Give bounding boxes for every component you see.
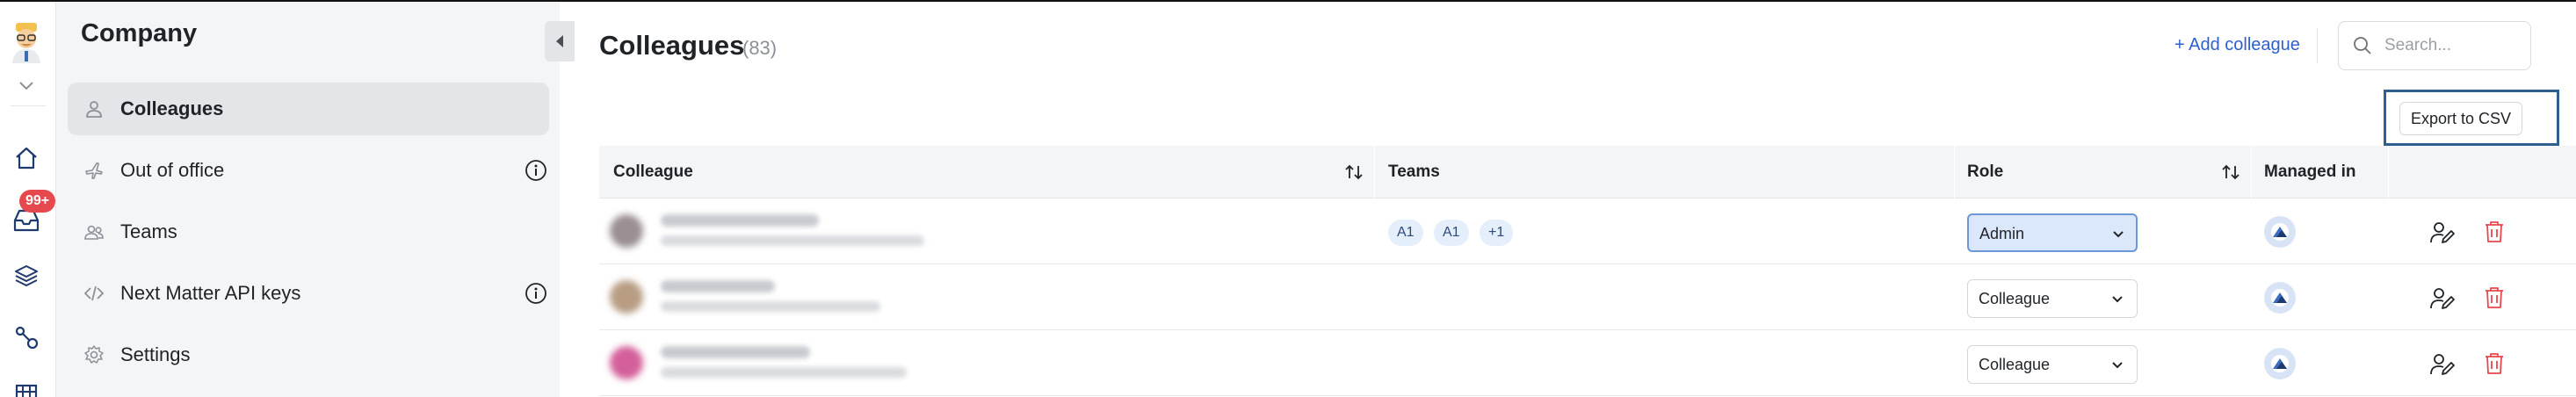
chevron-down-icon bbox=[2110, 292, 2124, 307]
column-header-teams: Teams bbox=[1388, 162, 1440, 181]
avatar bbox=[610, 280, 643, 314]
sort-icon[interactable] bbox=[2221, 162, 2240, 182]
trash-icon[interactable] bbox=[2481, 350, 2507, 376]
colleague-name-blurred bbox=[661, 280, 775, 292]
table-header: Colleague Teams Role Managed in bbox=[599, 146, 2576, 198]
sidebar-item-teams[interactable]: Teams bbox=[68, 206, 549, 258]
edit-user-icon[interactable] bbox=[2429, 351, 2456, 378]
sidebar-item-label: Colleagues bbox=[120, 97, 224, 119]
colleague-name-blurred bbox=[661, 214, 819, 227]
colleague-count: (83) bbox=[742, 37, 778, 59]
user-avatar[interactable] bbox=[9, 21, 44, 63]
colleague-cell bbox=[610, 211, 961, 253]
role-select[interactable]: Colleague bbox=[1967, 279, 2138, 318]
chevron-down-icon[interactable] bbox=[16, 77, 37, 95]
team-chip[interactable]: A1 bbox=[1388, 220, 1423, 246]
sidebar-item-colleagues[interactable]: Colleagues bbox=[68, 83, 549, 135]
role-value: Colleague bbox=[1979, 356, 2051, 373]
search-input[interactable] bbox=[2384, 34, 2525, 57]
header-divider bbox=[2317, 28, 2318, 63]
sidebar-item-label: Out of office bbox=[120, 159, 225, 181]
colleague-email-blurred bbox=[661, 301, 880, 312]
avatar bbox=[610, 346, 643, 379]
team-chip-more[interactable]: +1 bbox=[1480, 220, 1514, 246]
managed-in-app-icon bbox=[2264, 282, 2296, 314]
chevron-down-icon bbox=[2110, 358, 2124, 372]
colleague-cell bbox=[610, 277, 961, 319]
info-icon[interactable] bbox=[525, 159, 547, 182]
column-header-colleague: Colleague bbox=[613, 162, 693, 181]
sidebar-item-api-keys[interactable]: Next Matter API keys bbox=[68, 267, 549, 320]
column-divider bbox=[1954, 146, 1955, 198]
sidebar-item-out-of-office[interactable]: Out of office bbox=[68, 144, 549, 197]
gear-icon bbox=[83, 344, 105, 365]
export-highlight: Export to CSV bbox=[2384, 90, 2559, 146]
code-icon bbox=[83, 283, 105, 304]
role-select[interactable]: Admin bbox=[1967, 213, 2138, 252]
grid-icon[interactable] bbox=[11, 378, 42, 397]
managed-in-app-icon bbox=[2264, 348, 2296, 379]
plane-icon bbox=[83, 160, 105, 181]
search-icon bbox=[2353, 36, 2372, 55]
role-select[interactable]: Colleague bbox=[1967, 345, 2138, 384]
trash-icon[interactable] bbox=[2481, 218, 2507, 244]
user-icon bbox=[83, 98, 105, 119]
table-row[interactable]: Colleague bbox=[599, 264, 2576, 330]
role-value: Admin bbox=[1979, 225, 2025, 242]
team-chip[interactable]: A1 bbox=[1434, 220, 1469, 246]
sidebar-item-label: Next Matter API keys bbox=[120, 282, 301, 304]
search-box[interactable] bbox=[2338, 21, 2531, 70]
add-colleague-button[interactable]: + Add colleague bbox=[2174, 35, 2300, 55]
trash-icon[interactable] bbox=[2481, 284, 2507, 310]
icon-rail: 99+ bbox=[0, 2, 56, 397]
sort-icon[interactable] bbox=[1344, 162, 1364, 182]
edit-user-icon[interactable] bbox=[2429, 285, 2456, 312]
role-value: Colleague bbox=[1979, 290, 2051, 307]
colleague-cell bbox=[610, 343, 961, 385]
table-row[interactable]: A1 A1 +1 Admin bbox=[599, 198, 2576, 264]
workflow-icon[interactable] bbox=[11, 321, 42, 353]
table-row[interactable]: Colleague bbox=[599, 330, 2576, 396]
sidebar-item-label: Settings bbox=[120, 343, 191, 365]
avatar bbox=[610, 214, 643, 248]
colleague-email-blurred bbox=[661, 367, 907, 378]
page-title: Colleagues bbox=[599, 30, 745, 61]
column-header-managed-in: Managed in bbox=[2264, 162, 2356, 181]
sidebar-item-settings[interactable]: Settings bbox=[68, 328, 549, 381]
home-icon[interactable] bbox=[11, 142, 42, 174]
sidebar: Company Colleagues Out of office Teams N… bbox=[56, 2, 575, 397]
column-divider bbox=[2388, 146, 2389, 198]
chevron-down-icon bbox=[2111, 227, 2125, 242]
export-csv-button[interactable]: Export to CSV bbox=[2399, 102, 2522, 135]
column-divider bbox=[1374, 146, 1375, 198]
edit-user-icon[interactable] bbox=[2429, 220, 2456, 246]
notification-badge: 99+ bbox=[19, 190, 56, 213]
managed-in-app-icon bbox=[2264, 216, 2296, 248]
sidebar-item-label: Teams bbox=[120, 220, 177, 242]
rail-divider bbox=[11, 105, 46, 106]
main-content: Colleagues (83) + Add colleague Export t… bbox=[560, 2, 2576, 397]
colleague-name-blurred bbox=[661, 346, 810, 358]
users-icon bbox=[83, 221, 105, 242]
colleague-email-blurred bbox=[661, 235, 924, 246]
column-divider bbox=[2251, 146, 2252, 198]
layers-icon[interactable] bbox=[11, 260, 42, 292]
column-header-role: Role bbox=[1967, 162, 2004, 181]
sidebar-title: Company bbox=[81, 19, 198, 47]
info-icon[interactable] bbox=[525, 282, 547, 305]
